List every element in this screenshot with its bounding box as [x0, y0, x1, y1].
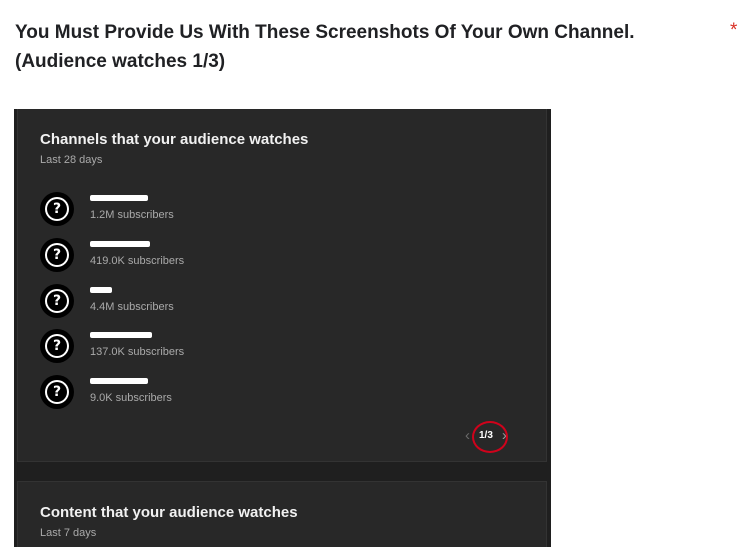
channel-subscribers: 137.0K subscribers	[90, 346, 185, 358]
question-mark-icon: ?	[40, 375, 74, 409]
redacted-channel-name	[90, 195, 148, 201]
channels-card-title: Channels that your audience watches	[40, 131, 309, 148]
channels-card-subtitle: Last 28 days	[40, 154, 103, 166]
channel-row: ? 137.0K subscribers	[40, 329, 340, 365]
redacted-channel-name	[90, 287, 112, 293]
content-card-title: Content that your audience watches	[40, 504, 298, 521]
redacted-channel-name	[90, 378, 148, 384]
question-title: You Must Provide Us With These Screensho…	[15, 22, 635, 72]
redacted-channel-name	[90, 332, 152, 338]
content-card-subtitle: Last 7 days	[40, 527, 97, 539]
chevron-left-icon: ‹	[465, 426, 470, 444]
question-mark-icon: ?	[40, 238, 74, 272]
question-mark-icon: ?	[40, 284, 74, 318]
channel-row: ? 4.4M subscribers	[40, 284, 340, 320]
channel-subscribers: 1.2M subscribers	[90, 209, 174, 221]
channels-card: Channels that your audience watches Last…	[17, 109, 547, 462]
channel-row: ? 1.2M subscribers	[40, 192, 340, 228]
channel-subscribers: 9.0K subscribers	[90, 392, 172, 404]
channel-subscribers: 419.0K subscribers	[90, 255, 185, 267]
required-asterisk: *	[730, 20, 738, 41]
page-indicator: 1/3	[472, 420, 508, 453]
content-card: Content that your audience watches Last …	[17, 481, 547, 547]
channel-subscribers: 4.4M subscribers	[90, 301, 174, 313]
channel-row: ? 9.0K subscribers	[40, 375, 340, 411]
annotation-circle	[472, 420, 508, 453]
question-mark-icon: ?	[40, 329, 74, 363]
pager: ‹ 1/3 ›	[465, 420, 535, 453]
screenshot-image: Channels that your audience watches Last…	[14, 109, 551, 547]
redacted-channel-name	[90, 241, 150, 247]
channel-row: ? 419.0K subscribers	[40, 238, 340, 274]
question-mark-icon: ?	[40, 192, 74, 226]
